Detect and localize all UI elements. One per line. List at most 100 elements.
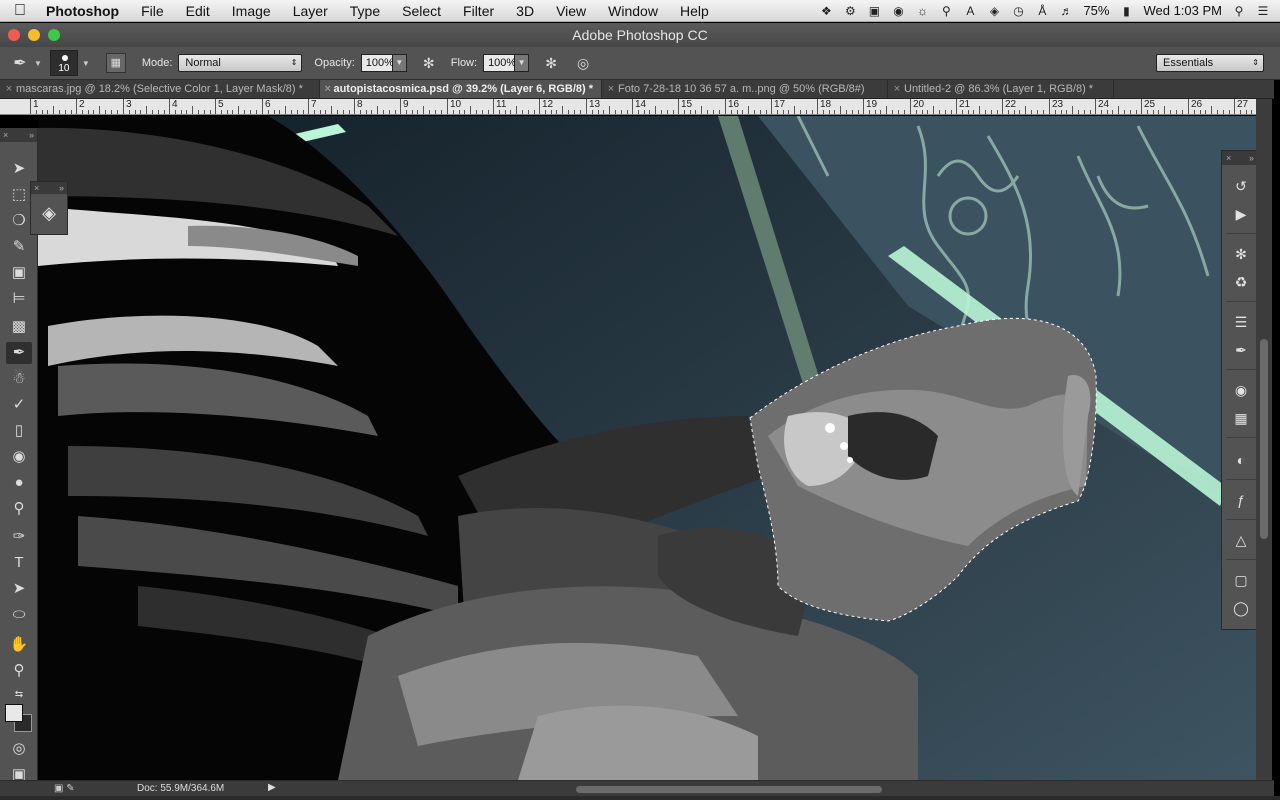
menu-view[interactable]: View — [545, 3, 597, 19]
rectangular-marquee-tool-icon[interactable]: ⬚ — [6, 184, 32, 206]
expand-panel-icon[interactable]: » — [59, 182, 64, 194]
lasso-tool-icon[interactable]: ❍ — [6, 210, 32, 232]
time-machine-icon[interactable]: ◷ — [1011, 4, 1025, 18]
menu-file[interactable]: File — [130, 3, 175, 19]
close-tab-icon[interactable]: × — [890, 83, 904, 95]
menu-type[interactable]: Type — [339, 3, 391, 19]
document-size-info[interactable]: Doc: 55.9M/364.6M — [137, 783, 224, 794]
pressure-size-icon[interactable]: ◎ — [573, 53, 593, 73]
display-icon[interactable]: ▣ — [867, 4, 881, 18]
close-tab-icon[interactable]: × — [2, 83, 16, 95]
type-tool-icon[interactable]: T — [6, 552, 32, 574]
eyedropper-tool-icon[interactable]: ⊨ — [6, 288, 32, 310]
quick-selection-tool-icon[interactable]: ✎ — [6, 236, 32, 258]
doc-tab[interactable]: × Foto 7-28-18 10 36 57 a. m..png @ 50% … — [602, 80, 888, 98]
document-canvas[interactable] — [38, 116, 1256, 780]
menu-select[interactable]: Select — [391, 3, 452, 19]
menu-filter[interactable]: Filter — [452, 3, 505, 19]
actions-icon[interactable]: ▶ — [1230, 203, 1252, 225]
adobe-icon[interactable]: A — [963, 4, 977, 18]
crop-tool-icon[interactable]: ▣ — [6, 262, 32, 284]
clock[interactable]: Wed 1:03 PM — [1143, 3, 1222, 18]
opacity-field[interactable]: 100% — [360, 54, 394, 72]
menu-help[interactable]: Help — [669, 3, 720, 19]
shazam-icon[interactable]: ☼ — [915, 4, 929, 18]
flow-slider-toggle-icon[interactable]: ▼ — [515, 54, 530, 72]
zoom-window-button[interactable] — [48, 29, 60, 41]
menu-image[interactable]: Image — [221, 3, 282, 19]
status-menu-arrow-icon[interactable]: ▶ — [268, 782, 276, 793]
minimize-window-button[interactable] — [28, 29, 40, 41]
foreground-color-swatch[interactable] — [5, 704, 23, 722]
volume-icon[interactable]: ♬ — [1059, 4, 1073, 18]
notification-center-icon[interactable]: ☰ — [1256, 4, 1270, 18]
clone-stamp-tool-icon[interactable]: ☃ — [6, 368, 32, 390]
wifi-icon[interactable]: ◈ — [987, 4, 1001, 18]
status-icons[interactable]: ▣ ✎ — [54, 783, 75, 794]
brush-picker-chevron-icon[interactable]: ▼ — [82, 59, 90, 68]
channels-icon[interactable]: ◯ — [1230, 597, 1252, 619]
vertical-scroll-thumb[interactable] — [1260, 339, 1268, 539]
tool-preset-chevron-icon[interactable]: ▼ — [34, 59, 42, 68]
color-icon[interactable]: ✻ — [1230, 243, 1252, 265]
doc-tab[interactable]: × mascaras.jpg @ 18.2% (Selective Color … — [0, 80, 320, 98]
dodge-tool-icon[interactable]: ⚲ — [6, 498, 32, 520]
close-tab-icon[interactable]: × — [322, 83, 333, 95]
horizontal-scroll-thumb[interactable] — [576, 786, 882, 793]
app-menu[interactable]: Photoshop — [40, 3, 130, 19]
quick-mask-icon[interactable]: ◎ — [6, 738, 32, 760]
expand-panel-icon[interactable]: » — [1249, 151, 1254, 165]
pen-tool-icon[interactable]: ✑ — [6, 526, 32, 548]
layers-icon[interactable]: ◈ — [31, 194, 67, 232]
hand-tool-icon[interactable]: ✋ — [6, 634, 32, 656]
ellipse-tool-icon[interactable]: ⬭ — [6, 604, 32, 626]
headphones-icon[interactable]: ◉ — [891, 4, 905, 18]
apple-menu-icon[interactable]:  — [0, 2, 40, 20]
expand-panel-icon[interactable]: » — [29, 128, 34, 142]
menu-layer[interactable]: Layer — [282, 3, 339, 19]
close-panel-icon[interactable]: × — [34, 182, 39, 194]
brush-size-picker[interactable]: 10 — [49, 50, 78, 76]
menu-3d[interactable]: 3D — [505, 3, 545, 19]
close-window-button[interactable] — [8, 29, 20, 41]
gear-tray-icon[interactable]: ⚙ — [843, 4, 857, 18]
history-brush-tool-icon[interactable]: ✓ — [6, 394, 32, 416]
doc-tab[interactable]: × Untitled-2 @ 86.3% (Layer 1, RGB/8) * — [888, 80, 1114, 98]
battery-percent[interactable]: 75% — [1083, 3, 1109, 18]
eraser-tool-icon[interactable]: ▯ — [6, 420, 32, 442]
menu-edit[interactable]: Edit — [175, 3, 221, 19]
horizontal-ruler[interactable]: 1 2 3 4 5 6 7 8 9 10 11 12 13 14 15 16 17 18 19 20 21 22 23 24 2… — [0, 99, 1256, 115]
layer-effects-icon[interactable]: ƒ — [1230, 489, 1252, 511]
bluetooth-icon[interactable]: Å — [1035, 4, 1049, 18]
pressure-opacity-icon[interactable]: ✻ — [419, 53, 439, 73]
history-icon[interactable]: ↺ — [1230, 175, 1252, 197]
workspace-switcher[interactable]: Essentials ⇕ — [1156, 54, 1264, 72]
3d-icon[interactable]: ▢ — [1230, 569, 1252, 591]
brush-panel-toggle-icon[interactable]: ▦ — [105, 53, 126, 73]
path-selection-tool-icon[interactable]: ➤ — [6, 578, 32, 600]
vertical-scrollbar[interactable] — [1256, 99, 1272, 780]
swap-colors-icon[interactable]: ⇆ — [6, 684, 32, 706]
move-tool-icon[interactable]: ➤ — [6, 158, 32, 180]
doc-tab-active[interactable]: × autopistacosmica.psd @ 39.2% (Layer 6,… — [320, 80, 602, 98]
brush-presets-icon[interactable]: ☰ — [1230, 311, 1252, 333]
adjustments-icon[interactable]: ◉ — [1230, 379, 1252, 401]
flow-field[interactable]: 100% — [483, 54, 516, 72]
swatches-icon[interactable]: ♻ — [1230, 271, 1252, 293]
blur-tool-icon[interactable]: ● — [6, 472, 32, 494]
paint-bucket-tool-icon[interactable]: ◉ — [6, 446, 32, 468]
opacity-slider-toggle-icon[interactable]: ▼ — [392, 54, 407, 72]
paths-icon[interactable]: △ — [1230, 529, 1252, 551]
lock-tray-icon[interactable]: ⚲ — [939, 4, 953, 18]
dropbox-icon[interactable]: ❖ — [819, 4, 833, 18]
spotlight-icon[interactable]: ⚲ — [1232, 4, 1246, 18]
menu-window[interactable]: Window — [597, 3, 669, 19]
close-tab-icon[interactable]: × — [604, 83, 618, 95]
airbrush-icon[interactable]: ✻ — [541, 53, 561, 73]
close-panel-icon[interactable]: × — [3, 128, 8, 142]
grid-icon[interactable]: ▦ — [1230, 407, 1252, 429]
spot-healing-tool-icon[interactable]: ▩ — [6, 316, 32, 338]
blend-mode-select[interactable]: Normal ⇕ — [178, 54, 303, 72]
zoom-tool-icon[interactable]: ⚲ — [6, 660, 32, 682]
styles-icon[interactable]: ◐ — [1230, 449, 1252, 471]
